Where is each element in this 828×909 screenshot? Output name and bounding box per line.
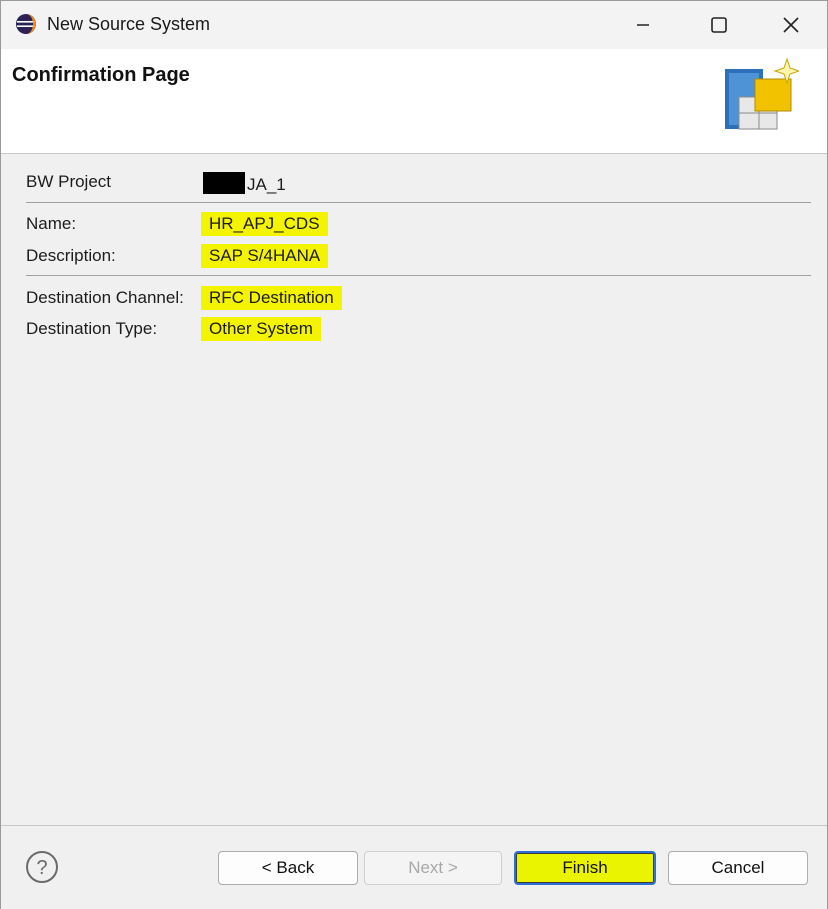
- close-icon: [783, 17, 799, 33]
- wizard-header: Confirmation Page: [1, 49, 827, 154]
- cancel-button[interactable]: Cancel: [668, 851, 808, 885]
- page-title: Confirmation Page: [12, 64, 190, 86]
- minimize-button[interactable]: [617, 1, 669, 49]
- close-button[interactable]: [765, 1, 817, 49]
- description-label: Description:: [26, 246, 116, 265]
- eclipse-app-icon: [16, 14, 36, 34]
- title-bar: New Source System: [1, 1, 827, 49]
- window-title: New Source System: [47, 14, 211, 34]
- maximize-icon: [711, 17, 727, 33]
- maximize-button[interactable]: [693, 1, 745, 49]
- bw-project-value: JA_1: [203, 172, 286, 195]
- destination-type-value: Other System: [201, 317, 321, 341]
- separator: [26, 202, 811, 203]
- back-button[interactable]: < Back: [218, 851, 358, 885]
- bw-project-label: BW Project: [26, 172, 112, 191]
- minimize-icon: [637, 24, 649, 26]
- destination-channel-value: RFC Destination: [201, 286, 342, 310]
- dialog-window: New Source System Confirmation Page BW P…: [0, 0, 828, 909]
- destination-type-label: Destination Type:: [26, 319, 158, 338]
- name-value: HR_APJ_CDS: [201, 212, 328, 236]
- svg-text:?: ?: [36, 857, 47, 879]
- new-source-system-wizard-icon: [725, 57, 799, 130]
- help-icon[interactable]: ?: [25, 850, 59, 884]
- summary-panel: BW Project JA_1 Name: HR_APJ_CDS Descrip…: [1, 154, 827, 824]
- description-value: SAP S/4HANA: [201, 244, 329, 268]
- name-label: Name:: [26, 214, 77, 233]
- separator: [26, 275, 811, 276]
- button-bar: ? < Back Next > Finish Cancel: [1, 825, 827, 909]
- finish-button[interactable]: Finish: [514, 851, 656, 885]
- next-button[interactable]: Next >: [364, 851, 502, 885]
- redaction-block: [203, 172, 245, 194]
- destination-channel-label: Destination Channel:: [26, 288, 184, 307]
